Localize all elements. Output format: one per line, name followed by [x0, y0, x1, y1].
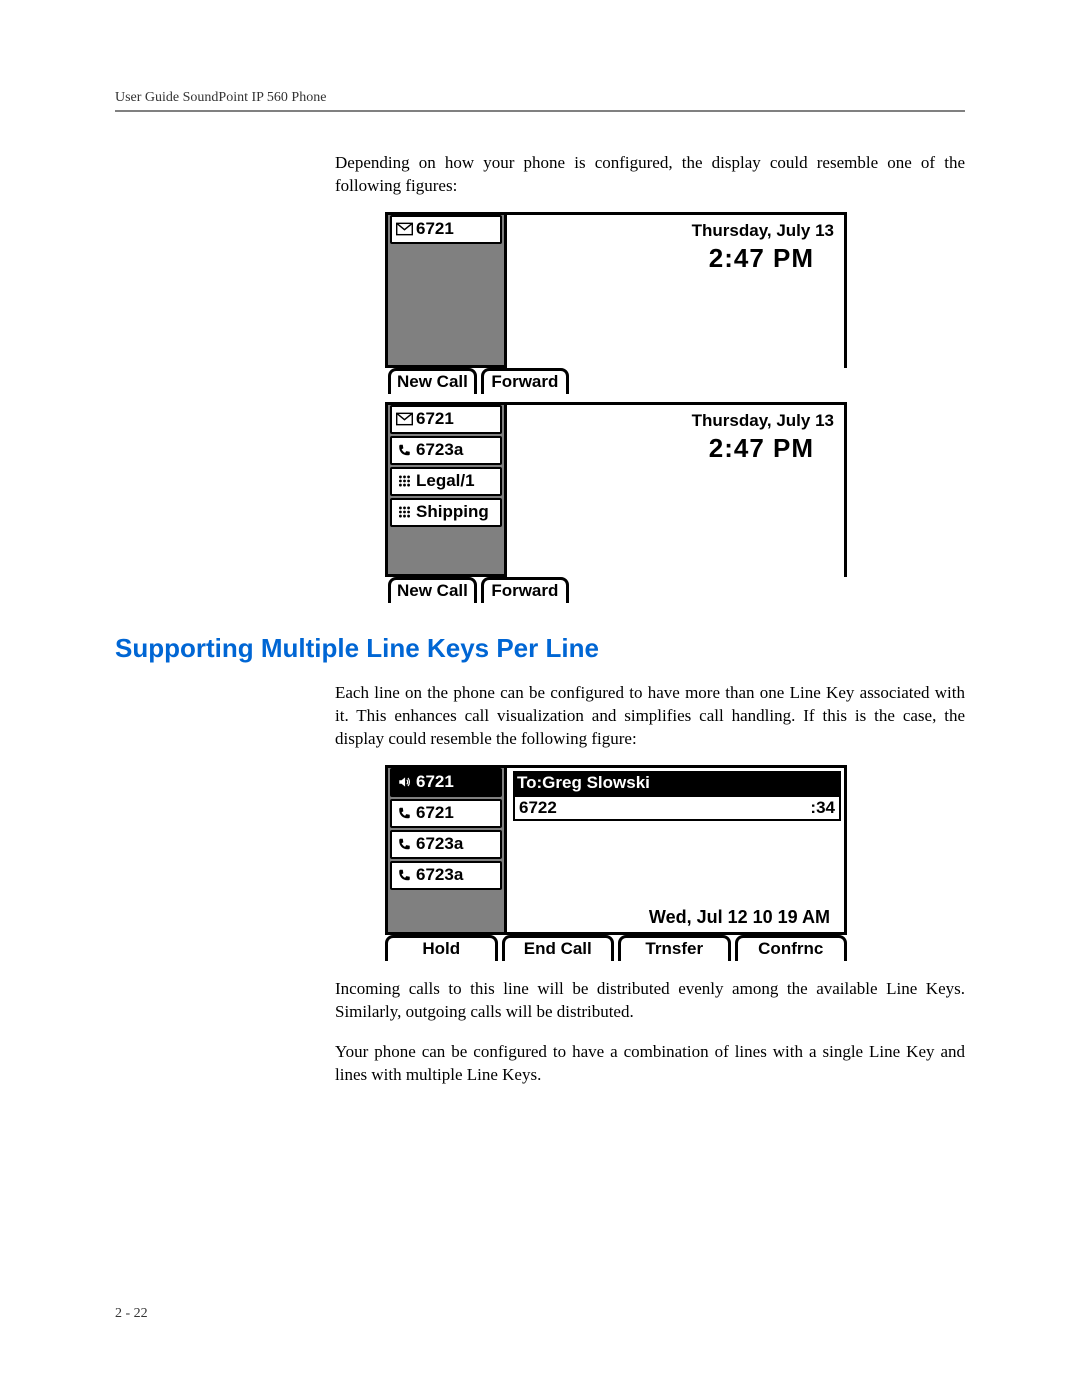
phone-icon — [396, 868, 413, 882]
speaker-icon — [396, 775, 413, 789]
line-key-label: 6721 — [416, 409, 454, 429]
call-header: To:Greg Slowski — [513, 771, 841, 795]
line-key[interactable]: 6721 — [390, 215, 502, 244]
lcd-screen-1: 6721 Thursday, July 13 2:47 PM New Call … — [385, 212, 965, 394]
lcd-screen-3: 6721 6721 6723a 6723a — [385, 765, 965, 961]
envelope-icon — [396, 222, 413, 236]
line-key[interactable]: 6721 — [390, 799, 502, 828]
softkey-hold[interactable]: Hold — [385, 935, 498, 961]
line-key-label: 6721 — [416, 803, 454, 823]
call-timer: :34 — [810, 798, 835, 818]
paragraph-intro: Depending on how your phone is configure… — [335, 152, 965, 198]
dialpad-icon — [396, 474, 413, 488]
phone-icon — [396, 806, 413, 820]
phone-icon — [396, 443, 413, 457]
softkey-row: Hold End Call Trnsfer Confrnc — [385, 935, 847, 961]
lcd-time: 2:47 PM — [709, 433, 814, 464]
paragraph-section-1: Each line on the phone can be configured… — [335, 682, 965, 751]
envelope-icon — [396, 412, 413, 426]
softkey-new-call[interactable]: New Call — [388, 577, 477, 603]
softkey-forward[interactable]: Forward — [481, 577, 569, 603]
line-key-label: 6721 — [416, 772, 454, 792]
page: User Guide SoundPoint IP 560 Phone Depen… — [0, 0, 1080, 1397]
page-number: 2 - 22 — [115, 1306, 148, 1322]
figure-lcd-1: 6721 Thursday, July 13 2:47 PM New Call … — [385, 212, 965, 603]
line-key-area: 6721 6721 6723a 6723a — [385, 768, 507, 932]
softkey-conference[interactable]: Confrnc — [735, 935, 848, 961]
line-key-label: 6721 — [416, 219, 454, 239]
section-heading: Supporting Multiple Line Keys Per Line — [115, 633, 965, 664]
lcd-main-area: To:Greg Slowski 6722 :34 Wed, Jul 12 10 … — [510, 768, 844, 932]
line-key-label: 6723a — [416, 865, 463, 885]
header-rule — [115, 110, 965, 112]
lcd-datetime: Wed, Jul 12 10 19 AM — [649, 907, 830, 928]
softkey-row: New Call Forward — [388, 577, 965, 603]
figure-lcd-3: 6721 6721 6723a 6723a — [385, 765, 965, 961]
line-key-label: Legal/1 — [416, 471, 475, 491]
call-row: 6722 :34 — [513, 795, 841, 821]
lcd-time: 2:47 PM — [709, 243, 814, 274]
line-key-label: 6723a — [416, 440, 463, 460]
softkey-forward[interactable]: Forward — [481, 368, 569, 394]
line-key[interactable]: Legal/1 — [390, 467, 502, 496]
line-key-area: 6721 — [385, 215, 507, 368]
paragraph-after-1: Incoming calls to this line will be dist… — [335, 978, 965, 1024]
line-key[interactable]: 6723a — [390, 861, 502, 890]
line-key-label: Shipping — [416, 502, 489, 522]
lcd-date: Thursday, July 13 — [692, 221, 834, 241]
dialpad-icon — [396, 505, 413, 519]
line-key[interactable]: 6721 — [390, 405, 502, 434]
softkey-transfer[interactable]: Trnsfer — [618, 935, 731, 961]
softkey-end-call[interactable]: End Call — [502, 935, 615, 961]
lcd-date: Thursday, July 13 — [692, 411, 834, 431]
line-key-label: 6723a — [416, 834, 463, 854]
running-head: User Guide SoundPoint IP 560 Phone — [115, 90, 965, 106]
line-key[interactable]: 6723a — [390, 436, 502, 465]
lcd-screen-2: 6721 6723a Legal/1 Shipping — [385, 402, 965, 603]
softkey-new-call[interactable]: New Call — [388, 368, 477, 394]
paragraph-after-2: Your phone can be configured to have a c… — [335, 1041, 965, 1087]
lcd-main-area: Thursday, July 13 2:47 PM — [510, 405, 844, 577]
softkey-row: New Call Forward — [388, 368, 965, 394]
call-number: 6722 — [519, 798, 557, 818]
lcd-main-area: Thursday, July 13 2:47 PM — [510, 215, 844, 368]
line-key[interactable]: Shipping — [390, 498, 502, 527]
line-key-active[interactable]: 6721 — [390, 768, 502, 797]
phone-icon — [396, 837, 413, 851]
line-key[interactable]: 6723a — [390, 830, 502, 859]
line-key-area: 6721 6723a Legal/1 Shipping — [385, 405, 507, 577]
